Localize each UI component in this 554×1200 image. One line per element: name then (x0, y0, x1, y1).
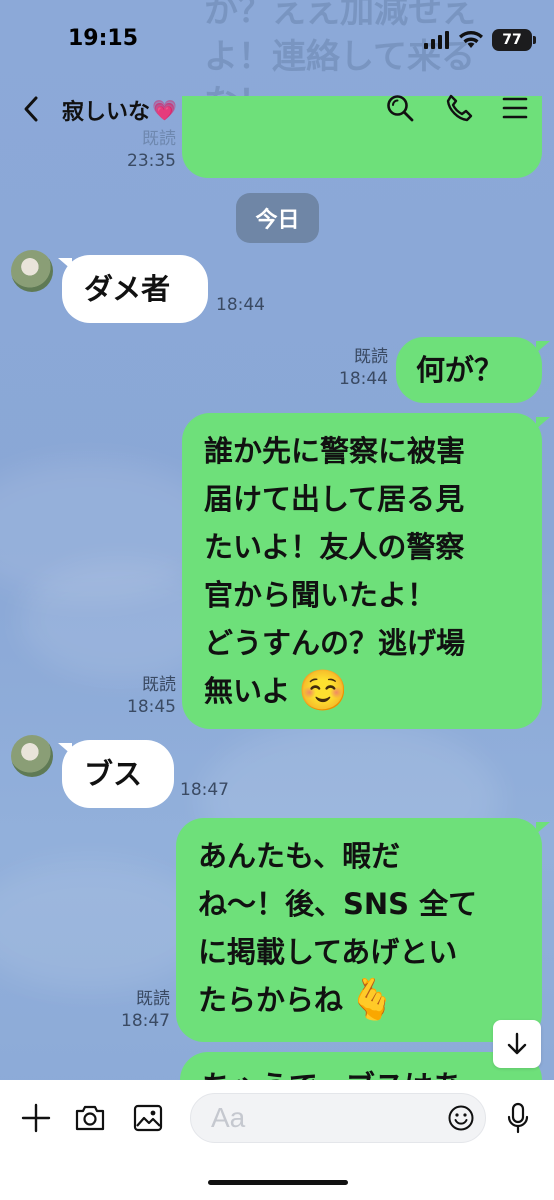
date-chip: 今日 (236, 193, 319, 243)
bubble-tail (536, 341, 550, 353)
message-line: たらからね (198, 983, 344, 1017)
chat-header: 寂しいな 💗 (0, 84, 554, 136)
camera-icon (75, 1105, 105, 1131)
message-time: 18:45 (127, 697, 176, 717)
message-text: 誰か先に警察に被害 届けて出して居る見 たいよ！友人の警察 官から聞いたよ！ ど… (182, 413, 542, 715)
message-line: ね〜！後、SNS 全て (198, 887, 478, 921)
message-line: 無いよ (204, 674, 291, 708)
microphone-icon (507, 1102, 529, 1134)
message-text: 何が？ (416, 353, 504, 387)
wifi-icon (459, 31, 483, 48)
emoji-icon (448, 1105, 474, 1131)
search-button[interactable] (382, 90, 418, 126)
message-time: 18:47 (180, 780, 229, 800)
call-button[interactable] (441, 90, 477, 126)
message-line: どうすんの？逃げ場 (204, 626, 466, 660)
image-icon (133, 1104, 163, 1132)
message-time: 23:35 (127, 151, 176, 171)
plus-button[interactable] (16, 1098, 56, 1138)
arrow-down-icon (507, 1032, 527, 1055)
search-icon (387, 95, 414, 122)
message-text: ブス (84, 757, 143, 791)
back-button[interactable] (14, 92, 48, 126)
menu-button[interactable] (497, 90, 533, 126)
finger-heart-emoji: 🫰 (347, 977, 397, 1023)
chat-title-text: 寂しいな (62, 100, 151, 125)
message-meta: 既読 18:47 (98, 988, 170, 1032)
home-indicator (208, 1180, 348, 1185)
emoji-button[interactable] (441, 1098, 481, 1138)
read-receipt: 既読 (354, 347, 388, 367)
message-meta: 既読 18:44 (318, 346, 388, 390)
message-time: 18:47 (121, 1011, 170, 1031)
status-time: 19:15 (68, 26, 139, 51)
phone-icon (446, 94, 473, 122)
message-line: 官から聞いたよ！ (204, 578, 437, 612)
smile-emoji: ☺️ (298, 668, 349, 714)
message-meta: 既読 18:45 (104, 674, 176, 718)
message-bubble-outgoing[interactable]: あんたも、暇だ ね〜！後、SNS 全て に掲載してあげとい たらからね 🫰 (176, 818, 542, 1042)
message-line: 誰か先に警察に被害 (204, 434, 466, 468)
input-bar: Aa (0, 1080, 554, 1200)
bubble-tail (536, 417, 550, 429)
message-text: あんたも、暇だ ね〜！後、SNS 全て に掲載してあげとい たらからね 🫰 (176, 818, 542, 1024)
message-time: 18:44 (339, 369, 388, 389)
status-bar: 19:15 77 (0, 0, 554, 84)
chat-title[interactable]: 寂しいな 💗 (62, 94, 177, 126)
signal-icon (424, 31, 449, 49)
message-line: たいよ！友人の警察 (204, 530, 465, 564)
message-time: 18:44 (216, 295, 265, 315)
message-line: あんたも、暇だ (198, 839, 401, 873)
message-line: に掲載してあげとい (198, 935, 458, 969)
heart-emoji: 💗 (152, 98, 177, 122)
voice-button[interactable] (498, 1098, 538, 1138)
avatar[interactable] (11, 735, 53, 777)
menu-icon (502, 97, 528, 119)
message-bubble-incoming[interactable]: ブス (62, 740, 174, 808)
avatar[interactable] (11, 250, 53, 292)
back-chevron-icon (24, 96, 38, 122)
camera-button[interactable] (70, 1098, 110, 1138)
message-bubble-incoming[interactable]: ダメ者 (62, 255, 208, 323)
bubble-tail (536, 822, 550, 834)
plus-icon (21, 1103, 51, 1133)
battery-icon: 77 (492, 29, 536, 51)
message-text: ダメ者 (84, 272, 171, 306)
message-bubble-outgoing[interactable]: 何が？ (396, 337, 542, 403)
status-icons: 77 (424, 29, 536, 51)
scroll-to-bottom-button[interactable] (493, 1020, 541, 1068)
read-receipt: 既読 (142, 675, 176, 695)
read-receipt: 既読 (136, 989, 170, 1009)
message-line: 届けて出して居る見 (204, 482, 465, 516)
image-button[interactable] (128, 1098, 168, 1138)
message-bubble-outgoing[interactable]: 誰か先に警察に被害 届けて出して居る見 たいよ！友人の警察 官から聞いたよ！ ど… (182, 413, 542, 729)
